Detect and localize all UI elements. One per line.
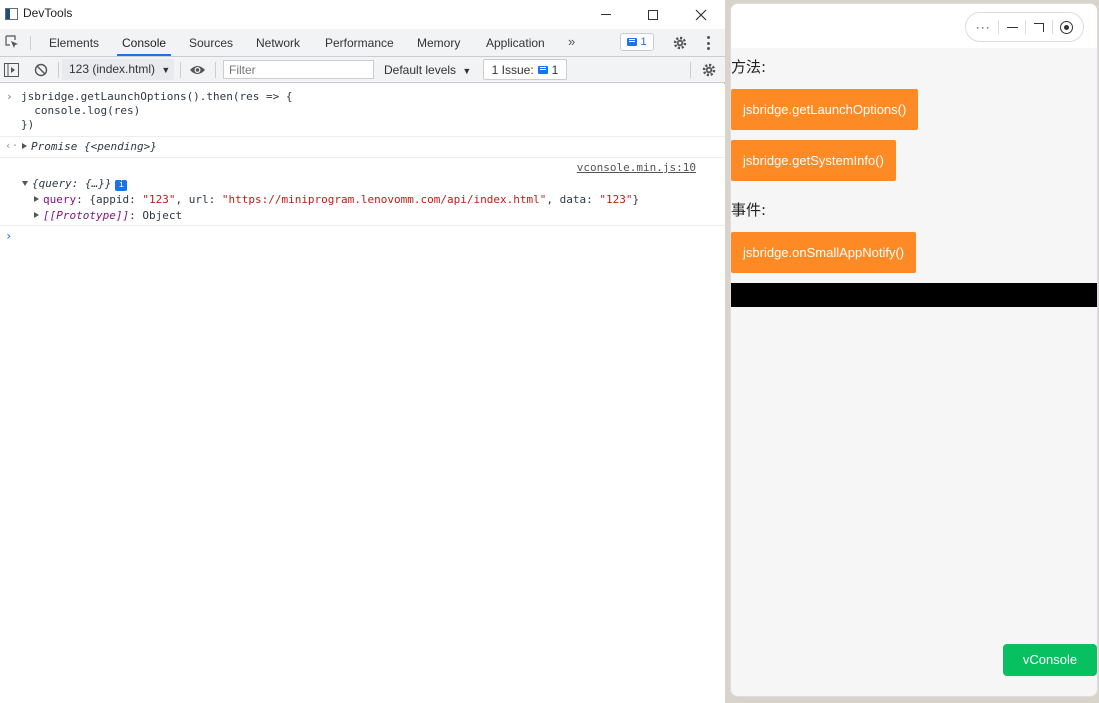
prototype-value: : Object (129, 209, 183, 222)
toolbar-separator (58, 62, 59, 78)
expand-arrow-icon[interactable] (34, 212, 39, 218)
console-input-line: jsbridge.getLaunchOptions().then(res => … (21, 90, 293, 103)
tab-performance[interactable]: Performance (325, 29, 394, 56)
promise-result-text: Promise {<pending>} (31, 140, 157, 153)
window-title: DevTools (23, 6, 73, 20)
console-output[interactable]: › jsbridge.getLaunchOptions().then(res =… (0, 84, 725, 703)
tab-sources[interactable]: Sources (189, 29, 233, 56)
expand-arrow-icon[interactable] (22, 143, 27, 149)
context-selector-value: 123 (index.html) (69, 62, 156, 76)
settings-gear-icon[interactable] (672, 35, 688, 51)
query-prefix: : {appid: (76, 193, 143, 206)
minimize-button[interactable] (583, 0, 629, 29)
expand-arrow-icon[interactable] (34, 196, 39, 202)
data-value: "123" (599, 193, 633, 206)
messages-badge[interactable]: 1 (620, 33, 654, 51)
log-levels-dropdown[interactable]: Default levels ▼ (384, 63, 471, 77)
console-divider (0, 225, 725, 226)
tab-network[interactable]: Network (256, 29, 300, 56)
on-small-app-notify-button[interactable]: jsbridge.onSmallAppNotify() (731, 232, 917, 273)
log-object[interactable]: {query: {…}} i (22, 177, 128, 191)
log-levels-label: Default levels (384, 63, 457, 77)
console-input-line: }) (21, 118, 35, 131)
output-bar (731, 283, 1097, 307)
input-prompt-icon: › (6, 90, 13, 103)
close-icon (695, 9, 707, 20)
promise-result[interactable]: Promise {<pending>} (22, 140, 157, 153)
chevron-down-icon: ▼ (161, 65, 171, 75)
chevron-down-icon: ▼ (462, 66, 472, 76)
tab-console[interactable]: Console (117, 29, 172, 56)
issues-label: 1 Issue: (491, 62, 534, 77)
more-tabs-button[interactable]: » (568, 34, 575, 49)
source-link[interactable]: vconsole.min.js:10 (577, 161, 696, 174)
close-target-icon[interactable] (1060, 20, 1074, 34)
capsule-menu: ··· (965, 12, 1084, 42)
tab-memory[interactable]: Memory (417, 29, 460, 56)
console-divider (0, 136, 725, 137)
url-key: , url: (175, 193, 222, 206)
toolbar-separator (690, 62, 691, 78)
info-icon: i (115, 180, 128, 191)
filter-input[interactable] (223, 60, 374, 79)
tab-separator (30, 36, 31, 50)
minimize-icon[interactable] (1006, 26, 1018, 28)
capsule-separator (1051, 20, 1053, 34)
methods-heading: 方法: (731, 58, 767, 76)
issue-message-icon (537, 65, 548, 74)
maximize-icon (648, 9, 658, 20)
minimize-icon (601, 14, 611, 15)
capsule-separator (998, 20, 1000, 34)
data-key: , data: (546, 193, 600, 206)
inspect-element-icon[interactable] (5, 35, 19, 49)
issues-count: 1 (551, 62, 559, 77)
issues-button[interactable]: 1 Issue: 1 (483, 59, 567, 80)
sidebar-toggle-icon[interactable] (4, 63, 19, 77)
collapse-arrow-icon[interactable] (22, 181, 28, 186)
devtools-window: DevTools Elements Console Sources Networ… (0, 0, 725, 703)
query-key: query (43, 193, 77, 206)
events-heading: 事件: (731, 201, 767, 219)
log-object-text: {query: {…}} (32, 177, 112, 190)
restore-window-icon[interactable] (1034, 22, 1045, 32)
query-property[interactable]: query: {appid: "123", url: "https://mini… (34, 193, 639, 206)
query-suffix: } (632, 193, 640, 206)
clear-console-icon[interactable] (34, 63, 48, 77)
console-toolbar: 123 (index.html) ▼ Default levels ▼ 1 Is… (0, 57, 725, 83)
context-selector[interactable]: 123 (index.html) ▼ (62, 59, 174, 80)
tab-elements[interactable]: Elements (49, 29, 99, 56)
devtools-app-icon (5, 8, 18, 20)
close-button[interactable] (678, 0, 724, 29)
console-input-line: console.log(res) (21, 104, 141, 117)
console-divider (0, 157, 725, 158)
toolbar-separator (215, 62, 216, 78)
prototype-property[interactable]: [[Prototype]]: Object (34, 209, 182, 222)
console-settings-gear-icon[interactable] (701, 62, 717, 78)
maximize-button[interactable] (630, 0, 676, 29)
panel-tab-bar: Elements Console Sources Network Perform… (0, 29, 725, 57)
mini-program-simulator: ··· 方法: jsbridge.getLaunchOptions() jsbr… (730, 3, 1098, 697)
more-dots-icon[interactable]: ··· (976, 20, 991, 34)
capsule-separator (1025, 20, 1027, 34)
message-icon (627, 38, 638, 46)
simulator-navbar: ··· (731, 4, 1097, 48)
messages-count: 1 (640, 36, 647, 48)
appid-value: "123" (142, 193, 176, 206)
result-return-icon: ‹· (5, 139, 19, 152)
prototype-key: [[Prototype]] (43, 209, 130, 222)
get-launch-options-button[interactable]: jsbridge.getLaunchOptions() (731, 89, 919, 130)
title-bar: DevTools (0, 0, 725, 29)
more-options-icon[interactable] (706, 36, 710, 50)
tab-application[interactable]: Application (486, 29, 545, 56)
live-expression-eye-icon[interactable] (189, 64, 206, 76)
vconsole-button[interactable]: vConsole (1003, 644, 1097, 676)
url-value: "https://miniprogram.lenovomm.com/api/in… (221, 193, 547, 206)
toolbar-separator (180, 62, 181, 78)
get-system-info-button[interactable]: jsbridge.getSystemInfo() (731, 140, 896, 181)
console-prompt-caret-icon[interactable]: › (5, 229, 12, 243)
